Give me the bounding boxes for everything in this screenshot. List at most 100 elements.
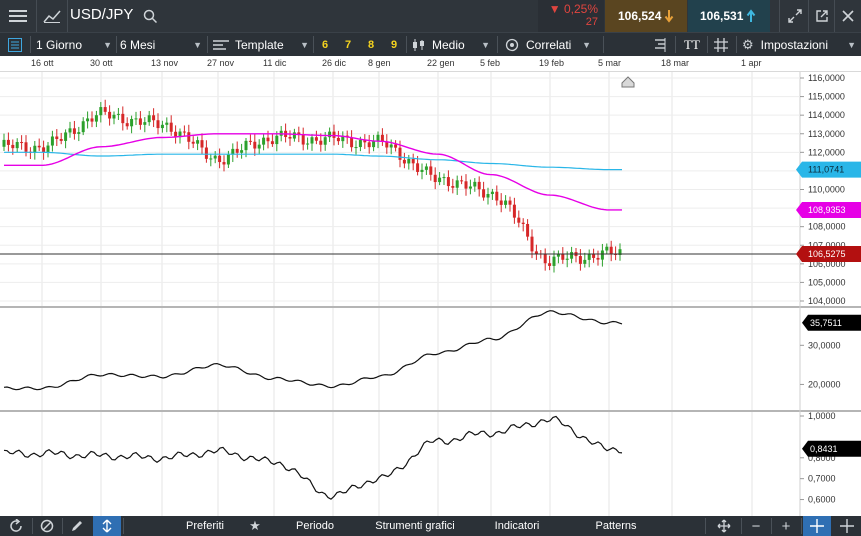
quick-period-8[interactable]: 8 — [368, 33, 374, 56]
zoom-in-button[interactable]: + — [772, 516, 800, 536]
indicators-button[interactable]: Indicatori — [482, 516, 552, 536]
candle-body — [125, 123, 129, 127]
indicator-1-value-tag: 35,7511 — [810, 318, 842, 328]
candle-body — [130, 118, 134, 127]
forbidden-icon — [40, 519, 54, 533]
date-tick-label: 8 gen — [368, 58, 391, 68]
date-tick-label: 26 dic — [322, 58, 347, 68]
symbol-title[interactable]: USD/JPY — [70, 6, 133, 23]
sell-button[interactable]: 106,524 — [605, 0, 687, 32]
menu-button[interactable] — [0, 0, 36, 32]
candle-body — [59, 138, 63, 141]
date-tick-label: 5 mar — [598, 58, 622, 68]
star-icon[interactable]: ★ — [245, 516, 265, 536]
interval-select[interactable]: 1 Giorno ▼ — [36, 33, 114, 56]
candle-body — [548, 263, 552, 266]
cursor-button[interactable] — [833, 516, 861, 536]
candle-body — [477, 181, 481, 190]
search-button[interactable] — [139, 0, 161, 32]
last-price-tag: 106,5275 — [808, 249, 846, 259]
fullscreen-button[interactable] — [782, 0, 808, 32]
candle-body — [196, 140, 200, 144]
candle-body — [526, 223, 530, 237]
candle-body — [191, 141, 195, 144]
candle-body — [50, 136, 54, 146]
external-link-icon — [816, 10, 828, 22]
candle-body — [420, 169, 424, 172]
quick-period-7[interactable]: 7 — [345, 33, 351, 56]
correlated-select[interactable]: Correlati ▼ — [505, 33, 593, 56]
cursor-plus-icon — [840, 519, 854, 533]
candle-body — [152, 115, 156, 121]
candle-body — [407, 158, 411, 164]
candle-body — [495, 191, 499, 201]
crosshair-button[interactable] — [803, 516, 831, 536]
candle-body — [81, 121, 85, 133]
candles-icon — [413, 38, 424, 51]
value-axes: 116,0000 115,0000 114,0000 113,0000 112,0000… — [796, 73, 861, 505]
settings-button[interactable]: ⚙ Impostazioni ▼ — [742, 33, 856, 56]
text-tool-button[interactable]: TT — [680, 33, 704, 56]
indicator-panel-button[interactable] — [650, 33, 670, 56]
move-vertical-icon — [102, 519, 112, 533]
candle-body — [64, 132, 68, 141]
candle-body — [11, 144, 15, 149]
open-window-button[interactable] — [810, 0, 834, 32]
candle-body — [530, 236, 534, 252]
price-axis-label: 113,0000 — [808, 129, 845, 139]
arrow-down-icon — [665, 10, 674, 23]
quick-period-9[interactable]: 9 — [391, 33, 397, 56]
chart-grid — [0, 72, 861, 516]
search-icon — [143, 9, 157, 23]
candle-body — [609, 246, 613, 254]
candle-body — [534, 251, 538, 254]
candle-body — [116, 113, 120, 115]
panel-toggle-button[interactable] — [4, 33, 26, 56]
date-tick-label: 22 gen — [427, 58, 455, 68]
clear-button[interactable] — [33, 516, 61, 536]
range-select[interactable]: 6 Mesi ▼ — [120, 33, 204, 56]
period-button[interactable]: Periodo — [285, 516, 345, 536]
candle-body — [112, 114, 116, 119]
candle-body — [543, 254, 547, 264]
ask-price: 106,531 — [700, 9, 744, 23]
candle-body — [504, 200, 508, 205]
chevron-down-icon: ▼ — [300, 39, 309, 50]
chart-style-select[interactable]: Medio ▼ — [412, 33, 492, 56]
template-select[interactable]: Template ▼ — [213, 33, 309, 56]
indicator-2-value-tag: 0,8431 — [810, 444, 838, 454]
refresh-button[interactable] — [2, 516, 30, 536]
chart-type-button[interactable] — [37, 0, 67, 32]
line-chart-icon — [43, 10, 61, 23]
candle-body — [486, 194, 490, 198]
candle-body — [336, 137, 340, 142]
candle-body — [468, 186, 472, 189]
close-button[interactable] — [836, 0, 860, 32]
candle-body — [600, 250, 604, 260]
hamburger-icon — [9, 10, 27, 22]
buy-button[interactable]: 106,531 — [688, 0, 770, 32]
candle-body — [367, 142, 371, 148]
zoom-out-button[interactable]: − — [742, 516, 770, 536]
candle-body — [77, 132, 81, 134]
candle-body — [218, 155, 222, 163]
indicator-2-line — [3, 415, 623, 500]
move-tool-button[interactable] — [710, 516, 738, 536]
grid-toggle-button[interactable] — [711, 33, 731, 56]
candle-body — [416, 163, 420, 172]
candle-body — [55, 136, 59, 139]
candle-body — [587, 253, 591, 260]
crosshair-mode-button[interactable] — [93, 516, 121, 536]
price-chart[interactable]: 116,0000 115,0000 114,0000 113,0000 112,0000… — [0, 72, 861, 516]
bid-price: 106,524 — [618, 9, 662, 23]
candle-body — [108, 111, 112, 119]
move-icon — [717, 519, 731, 533]
drawing-tools-button[interactable]: Strumenti grafici — [365, 516, 465, 536]
quick-period-6[interactable]: 6 — [322, 33, 328, 56]
favorites-button[interactable]: Preferiti — [170, 516, 240, 536]
candle-body — [429, 166, 433, 175]
candle-body — [394, 144, 398, 148]
draw-button[interactable] — [63, 516, 91, 536]
patterns-button[interactable]: Patterns — [584, 516, 648, 536]
candle-body — [460, 180, 464, 182]
